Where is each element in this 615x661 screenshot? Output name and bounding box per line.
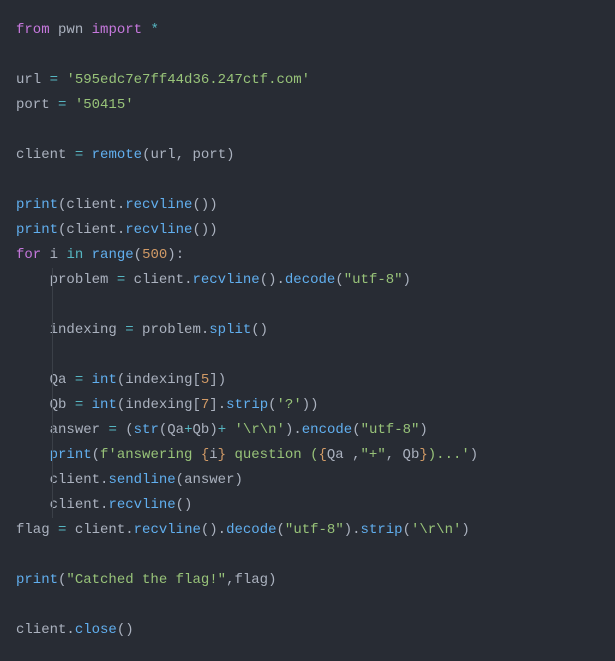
var-indexing: indexing <box>125 372 192 388</box>
obj-client: client <box>134 272 184 288</box>
var-port: port <box>16 97 50 113</box>
fstring-start: f'answering <box>100 447 201 463</box>
module-pwn: pwn <box>58 22 83 38</box>
obj-client: client <box>66 197 116 213</box>
blank-line <box>16 43 599 68</box>
var-client: client <box>16 147 66 163</box>
keyword-in: in <box>66 247 83 263</box>
plus-op: + <box>218 422 226 438</box>
obj-client: client <box>66 222 116 238</box>
assign-op: = <box>75 147 83 163</box>
star-operator: * <box>150 22 158 38</box>
blank-line <box>16 293 599 318</box>
code-line: port = '50415' <box>16 93 599 118</box>
code-line: client.sendline(answer) <box>16 468 599 493</box>
func-range: range <box>92 247 134 263</box>
blank-line <box>16 168 599 193</box>
blank-line <box>16 118 599 143</box>
method-sendline: sendline <box>108 472 175 488</box>
code-line: client.close() <box>16 618 599 643</box>
var-indexing: indexing <box>50 322 117 338</box>
method-strip: strip <box>361 522 403 538</box>
blank-line <box>16 543 599 568</box>
var-flag: flag <box>16 522 50 538</box>
string-utf8: "utf-8" <box>344 272 403 288</box>
code-line: print(client.recvline()) <box>16 193 599 218</box>
string-crlf: '\r\n' <box>235 422 285 438</box>
string-utf8: "utf-8" <box>285 522 344 538</box>
method-split: split <box>209 322 251 338</box>
code-line: Qa = int(indexing[5]) <box>16 368 599 393</box>
func-remote: remote <box>92 147 142 163</box>
string-crlf: '\r\n' <box>411 522 461 538</box>
func-print: print <box>50 447 92 463</box>
arg-port: port <box>193 147 227 163</box>
code-line: from pwn import * <box>16 18 599 43</box>
code-line: answer = (str(Qa+Qb)+ '\r\n').encode("ut… <box>16 418 599 443</box>
code-line: url = '595edc7e7ff44d36.247ctf.com' <box>16 68 599 93</box>
var-qa: Qa <box>167 422 184 438</box>
obj-client: client <box>16 622 66 638</box>
method-recvline: recvline <box>125 222 192 238</box>
assign-op: = <box>50 72 58 88</box>
func-print: print <box>16 572 58 588</box>
method-encode: encode <box>302 422 352 438</box>
var-i: i <box>209 447 217 463</box>
code-line: print(client.recvline()) <box>16 218 599 243</box>
code-block: from pwn import * url = '595edc7e7ff44d3… <box>16 18 599 643</box>
var-indexing: indexing <box>125 397 192 413</box>
blank-line <box>16 343 599 368</box>
code-line: client.recvline() <box>16 493 599 518</box>
obj-client: client <box>50 472 100 488</box>
method-strip: strip <box>226 397 268 413</box>
code-line: print(f'answering {i} question ({Qa ,"+"… <box>16 443 599 468</box>
code-line: indexing = problem.split() <box>16 318 599 343</box>
code-line: client = remote(url, port) <box>16 143 599 168</box>
func-str: str <box>134 422 159 438</box>
var-i: i <box>50 247 58 263</box>
var-qb: Qb <box>193 422 210 438</box>
var-url: url <box>16 72 41 88</box>
string-msg: "Catched the flag!" <box>66 572 226 588</box>
var-problem: problem <box>50 272 109 288</box>
string-utf8: "utf-8" <box>361 422 420 438</box>
func-print: print <box>16 197 58 213</box>
code-line: Qb = int(indexing[7].strip('?')) <box>16 393 599 418</box>
string-url: '595edc7e7ff44d36.247ctf.com' <box>66 72 310 88</box>
method-recvline: recvline <box>192 272 259 288</box>
var-answer: answer <box>184 472 234 488</box>
method-recvline: recvline <box>125 197 192 213</box>
plus-op: + <box>184 422 192 438</box>
string-port: '50415' <box>75 97 134 113</box>
keyword-from: from <box>16 22 50 38</box>
func-int: int <box>92 372 117 388</box>
method-close: close <box>75 622 117 638</box>
code-line: print("Catched the flag!",flag) <box>16 568 599 593</box>
obj-client: client <box>50 497 100 513</box>
func-int: int <box>92 397 117 413</box>
method-decode: decode <box>226 522 276 538</box>
blank-line <box>16 593 599 618</box>
method-recvline: recvline <box>108 497 175 513</box>
var-flag: flag <box>234 572 268 588</box>
code-line: flag = client.recvline().decode("utf-8")… <box>16 518 599 543</box>
obj-problem: problem <box>142 322 201 338</box>
code-line: for i in range(500): <box>16 243 599 268</box>
obj-client: client <box>75 522 125 538</box>
string-question: '?' <box>277 397 302 413</box>
number-500: 500 <box>142 247 167 263</box>
code-line: problem = client.recvline().decode("utf-… <box>16 268 599 293</box>
keyword-import: import <box>92 22 142 38</box>
arg-url: url <box>150 147 175 163</box>
var-answer: answer <box>50 422 100 438</box>
method-decode: decode <box>285 272 335 288</box>
func-print: print <box>16 222 58 238</box>
keyword-for: for <box>16 247 41 263</box>
method-recvline: recvline <box>134 522 201 538</box>
